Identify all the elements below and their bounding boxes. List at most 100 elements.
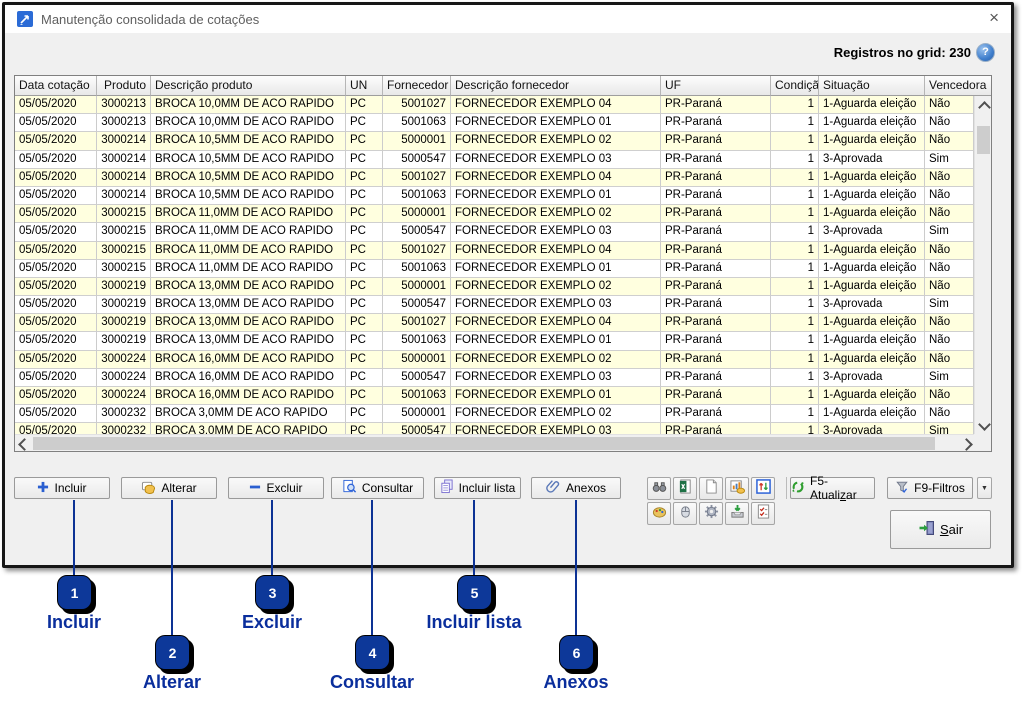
grid-cell: BROCA 16,0MM DE ACO RAPIDO	[151, 369, 346, 387]
close-icon[interactable]: ×	[989, 8, 999, 28]
table-row[interactable]: 05/05/20203000215BROCA 11,0MM DE ACO RAP…	[15, 260, 974, 278]
table-row[interactable]: 05/05/20203000213BROCA 10,0MM DE ACO RAP…	[15, 96, 974, 114]
grid-cell: Não	[925, 169, 974, 187]
excluir-button[interactable]: Excluir	[228, 477, 324, 499]
vertical-scroll-thumb[interactable]	[977, 126, 990, 154]
grid-cell: 1	[771, 332, 819, 350]
grid-cell: FORNECEDOR EXEMPLO 03	[451, 151, 661, 169]
column-header[interactable]: UN	[346, 76, 383, 96]
callout-badge-6: 6	[559, 635, 594, 670]
callout-label: Incluir	[47, 612, 101, 633]
grid-cell: BROCA 3,0MM DE ACO RAPIDO	[151, 405, 346, 423]
callout-line	[473, 500, 475, 577]
palette-icon-button[interactable]	[647, 502, 671, 525]
grid-cell: 05/05/2020	[15, 405, 97, 423]
table-row[interactable]: 05/05/20203000214BROCA 10,5MM DE ACO RAP…	[15, 132, 974, 150]
incluir-button[interactable]: Incluir	[14, 477, 110, 499]
horizontal-scroll-thumb[interactable]	[33, 437, 935, 450]
horizontal-scrollbar[interactable]	[15, 434, 976, 451]
grid-cell: 1-Aguarda eleição	[819, 169, 925, 187]
table-row[interactable]: 05/05/20203000214BROCA 10,5MM DE ACO RAP…	[15, 169, 974, 187]
palette-icon	[652, 504, 667, 524]
mouse-icon-button[interactable]	[673, 502, 697, 525]
column-header[interactable]: Condição	[771, 76, 819, 96]
table-row[interactable]: 05/05/20203000219BROCA 13,0MM DE ACO RAP…	[15, 314, 974, 332]
table-row[interactable]: 05/05/20203000215BROCA 11,0MM DE ACO RAP…	[15, 205, 974, 223]
table-row[interactable]: 05/05/20203000219BROCA 13,0MM DE ACO RAP…	[15, 332, 974, 350]
grid-cell: Não	[925, 242, 974, 260]
table-row[interactable]: 05/05/20203000232BROCA 3,0MM DE ACO RAPI…	[15, 405, 974, 423]
grid-cell: 1-Aguarda eleição	[819, 132, 925, 150]
columns-icon-button[interactable]	[751, 477, 775, 500]
grid-cell: Sim	[925, 369, 974, 387]
grid-cell: 05/05/2020	[15, 223, 97, 241]
incluir-lista-button[interactable]: Incluir lista	[434, 477, 521, 499]
table-row[interactable]: 05/05/20203000215BROCA 11,0MM DE ACO RAP…	[15, 223, 974, 241]
grid-cell: 3-Aprovada	[819, 369, 925, 387]
grid-cell: 5000547	[383, 223, 451, 241]
table-row[interactable]: 05/05/20203000213BROCA 10,0MM DE ACO RAP…	[15, 114, 974, 132]
table-row[interactable]: 05/05/20203000219BROCA 13,0MM DE ACO RAP…	[15, 296, 974, 314]
grid-cell: 1	[771, 132, 819, 150]
checklist-icon-button[interactable]	[751, 502, 775, 525]
vertical-scrollbar[interactable]	[974, 96, 991, 436]
grid-cell: 5001063	[383, 387, 451, 405]
grid-cell: PR-Paraná	[661, 351, 771, 369]
grid-cell: 1-Aguarda eleição	[819, 278, 925, 296]
scroll-up-icon[interactable]	[978, 101, 991, 114]
grid-cell: 05/05/2020	[15, 278, 97, 296]
scroll-right-icon[interactable]	[960, 438, 973, 451]
binoculars-icon-button[interactable]	[647, 477, 671, 500]
column-header[interactable]: UF	[661, 76, 771, 96]
scroll-left-icon[interactable]	[18, 438, 31, 451]
table-row[interactable]: 05/05/20203000224BROCA 16,0MM DE ACO RAP…	[15, 351, 974, 369]
column-header[interactable]: Vencedora	[925, 76, 991, 96]
table-row[interactable]: 05/05/20203000214BROCA 10,5MM DE ACO RAP…	[15, 151, 974, 169]
grid-cell: BROCA 16,0MM DE ACO RAPIDO	[151, 351, 346, 369]
help-icon[interactable]: ?	[976, 43, 995, 62]
chart-icon-button[interactable]	[725, 477, 749, 500]
grid-cell: BROCA 13,0MM DE ACO RAPIDO	[151, 314, 346, 332]
table-row[interactable]: 05/05/20203000214BROCA 10,5MM DE ACO RAP…	[15, 187, 974, 205]
grid-cell: FORNECEDOR EXEMPLO 03	[451, 296, 661, 314]
excel-icon-button[interactable]	[673, 477, 697, 500]
grid-cell: PR-Paraná	[661, 205, 771, 223]
anexos-button[interactable]: Anexos	[531, 477, 621, 499]
table-row[interactable]: 05/05/20203000219BROCA 13,0MM DE ACO RAP…	[15, 278, 974, 296]
scroll-down-icon[interactable]	[978, 418, 991, 431]
grid-cell: 3000215	[97, 242, 151, 260]
grid-cell: 1	[771, 151, 819, 169]
table-row[interactable]: 05/05/20203000224BROCA 16,0MM DE ACO RAP…	[15, 387, 974, 405]
excel-icon	[678, 479, 693, 499]
grid-cell: 5000547	[383, 369, 451, 387]
import-icon-button[interactable]	[725, 502, 749, 525]
grid-cell: 05/05/2020	[15, 314, 97, 332]
table-row[interactable]: 05/05/20203000215BROCA 11,0MM DE ACO RAP…	[15, 242, 974, 260]
grid-cell: PC	[346, 296, 383, 314]
scrollbar-corner	[974, 434, 991, 451]
alterar-button[interactable]: Alterar	[121, 477, 217, 499]
column-header[interactable]: Fornecedor	[383, 76, 451, 96]
document-icon-button[interactable]	[699, 477, 723, 500]
f5-atualizar-button[interactable]: F5-Atualizar	[790, 477, 875, 499]
column-header[interactable]: Descrição fornecedor	[451, 76, 661, 96]
grid-cell: Não	[925, 132, 974, 150]
grid-cell: PR-Paraná	[661, 296, 771, 314]
app-window: Manutenção consolidada de cotações × Reg…	[2, 2, 1014, 568]
table-row[interactable]: 05/05/20203000224BROCA 16,0MM DE ACO RAP…	[15, 369, 974, 387]
grid-cell: FORNECEDOR EXEMPLO 04	[451, 96, 661, 114]
consultar-button[interactable]: Consultar	[331, 477, 424, 499]
callout-line	[73, 500, 75, 577]
f9-filtros-button[interactable]: F9-Filtros	[887, 477, 973, 499]
column-header[interactable]: Situação	[819, 76, 925, 96]
grid-cell: 3-Aprovada	[819, 223, 925, 241]
column-header[interactable]: Descrição produto	[151, 76, 346, 96]
gear-icon-button[interactable]	[699, 502, 723, 525]
filters-dropdown-button[interactable]: ▼	[977, 477, 992, 499]
sair-button[interactable]: Sair	[890, 510, 991, 549]
grid-cell: 3000232	[97, 405, 151, 423]
column-header[interactable]: Data cotação	[15, 76, 97, 96]
column-header[interactable]: Produto	[97, 76, 151, 96]
grid-cell: 1-Aguarda eleição	[819, 405, 925, 423]
grid-cell: PC	[346, 151, 383, 169]
